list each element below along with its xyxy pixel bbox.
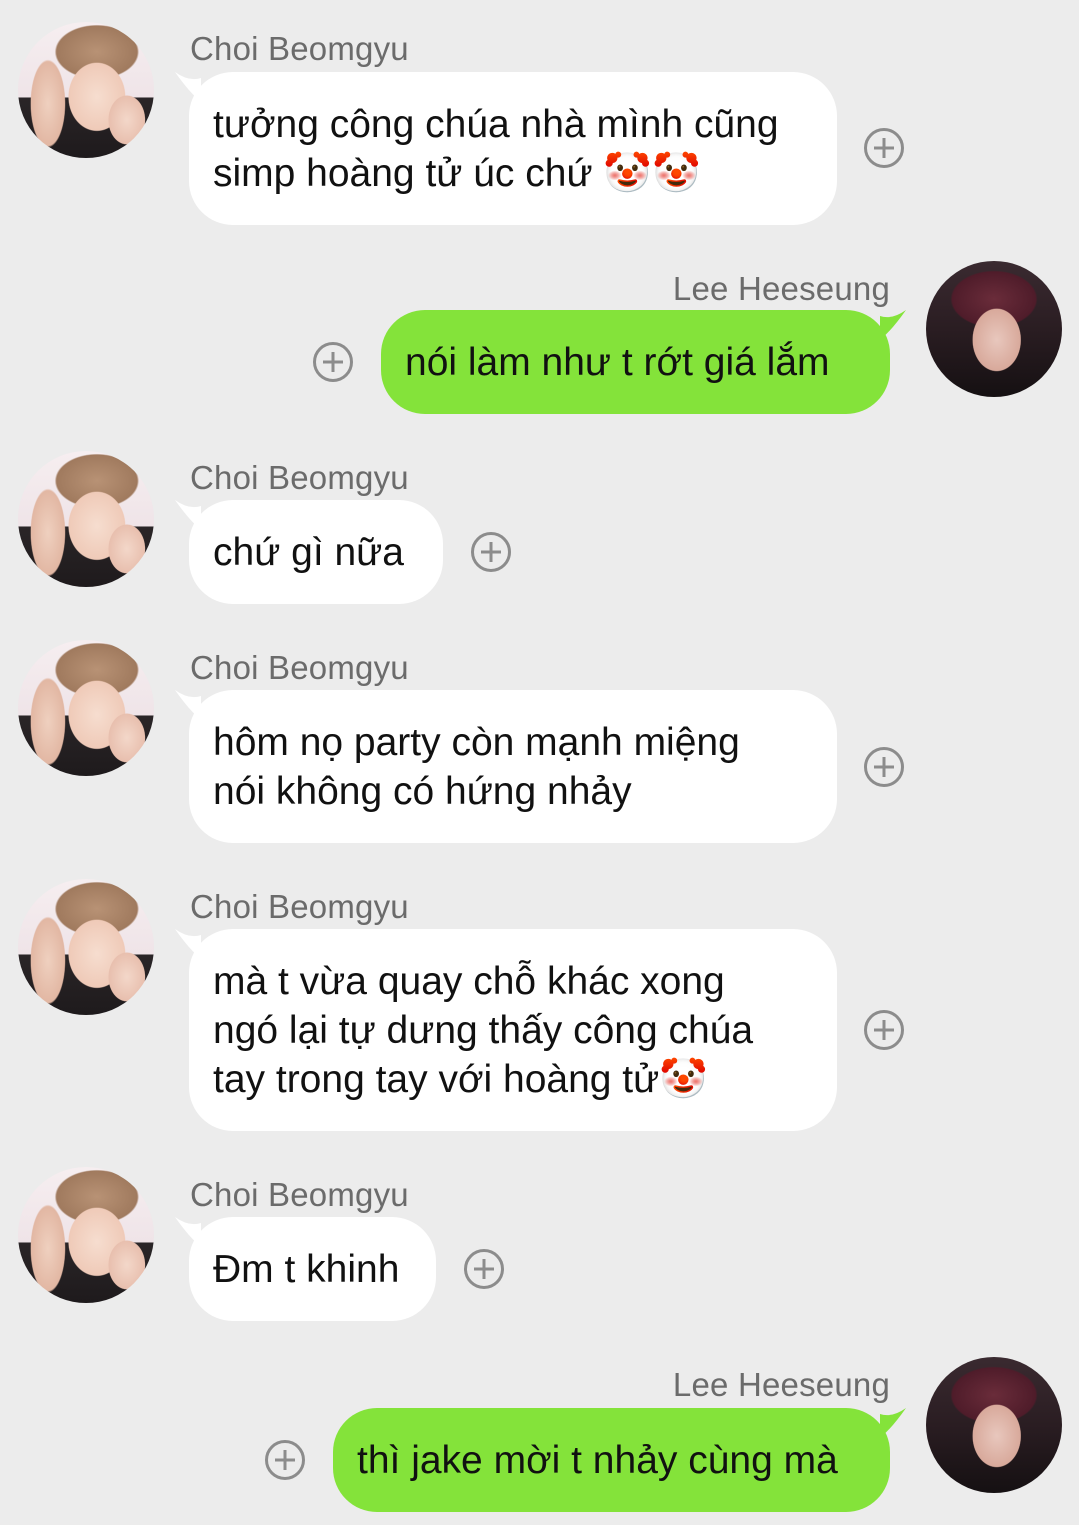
- plus-circle-icon[interactable]: [864, 128, 904, 168]
- message-line: tay trong tay với hoàng tử🤡: [213, 1058, 708, 1101]
- avatar-lee-heeseung[interactable]: [926, 261, 1062, 397]
- sender-name: Choi Beomgyu: [190, 649, 409, 686]
- sender-name: Choi Beomgyu: [190, 30, 409, 67]
- plus-circle-icon[interactable]: [265, 1440, 305, 1480]
- message-bubble[interactable]: hôm nọ party còn mạnh miệng nói không có…: [189, 690, 837, 843]
- message-bubble[interactable]: nói làm như t rớt giá lắm: [381, 310, 890, 414]
- sender-name: Choi Beomgyu: [190, 459, 409, 496]
- sender-name: Lee Heeseung: [672, 270, 890, 307]
- message-bubble[interactable]: Đm t khinh: [189, 1217, 436, 1321]
- avatar-lee-heeseung[interactable]: [926, 1357, 1062, 1493]
- message-line: tưởng công chúa nhà mình cũng: [213, 103, 779, 146]
- sender-name: Choi Beomgyu: [190, 1176, 409, 1213]
- message-line: nói không có hứng nhảy: [213, 770, 632, 813]
- sender-name: Lee Heeseung: [672, 1366, 890, 1403]
- message-line: thì jake mời t nhảy cùng mà: [357, 1439, 838, 1482]
- avatar-choi-beomgyu[interactable]: [18, 640, 154, 776]
- plus-circle-icon[interactable]: [864, 1010, 904, 1050]
- message-line: hôm nọ party còn mạnh miệng: [213, 721, 740, 764]
- message-line: simp hoàng tử úc chứ 🤡🤡: [213, 152, 701, 195]
- avatar-choi-beomgyu[interactable]: [18, 1167, 154, 1303]
- avatar-choi-beomgyu[interactable]: [18, 22, 154, 158]
- avatar-choi-beomgyu[interactable]: [18, 451, 154, 587]
- message-bubble[interactable]: tưởng công chúa nhà mình cũng simp hoàng…: [189, 72, 837, 225]
- sender-name: Choi Beomgyu: [190, 888, 409, 925]
- message-bubble[interactable]: mà t vừa quay chỗ khác xong ngó lại tự d…: [189, 929, 837, 1131]
- message-line: Đm t khinh: [213, 1248, 400, 1291]
- message-line: mà t vừa quay chỗ khác xong: [213, 960, 725, 1003]
- message-line: ngó lại tự dưng thấy công chúa: [213, 1009, 754, 1052]
- message-line: nói làm như t rớt giá lắm: [405, 341, 830, 384]
- plus-circle-icon[interactable]: [864, 747, 904, 787]
- plus-circle-icon[interactable]: [313, 342, 353, 382]
- plus-circle-icon[interactable]: [471, 532, 511, 572]
- message-bubble[interactable]: chứ gì nữa: [189, 500, 443, 604]
- message-line: chứ gì nữa: [213, 531, 404, 574]
- plus-circle-icon[interactable]: [464, 1249, 504, 1289]
- avatar-choi-beomgyu[interactable]: [18, 879, 154, 1015]
- message-bubble[interactable]: thì jake mời t nhảy cùng mà: [333, 1408, 890, 1512]
